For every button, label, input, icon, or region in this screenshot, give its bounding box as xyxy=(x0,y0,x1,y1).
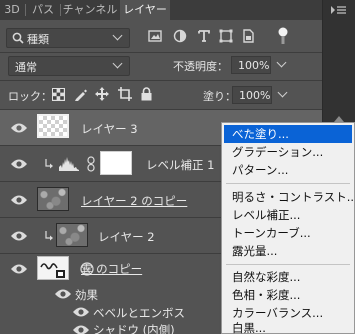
visibility-eye-icon[interactable] xyxy=(10,230,28,242)
layer-name[interactable]: 雲 のコピー xyxy=(81,261,142,277)
menu-item-solid-color[interactable]: べた塗り... xyxy=(224,125,352,143)
tab-divider xyxy=(25,4,26,16)
mask-link-icon[interactable] xyxy=(87,156,95,172)
menu-separator xyxy=(226,183,350,184)
visibility-eye-icon[interactable] xyxy=(10,194,28,206)
lock-label: ロック： xyxy=(8,90,52,103)
layer-filter-dropdown[interactable]: 種類 xyxy=(6,28,130,48)
chevron-down-icon xyxy=(112,58,123,69)
layer-thumbnail xyxy=(56,223,88,247)
image-filter-icon[interactable] xyxy=(148,29,162,43)
menu-item-gradient[interactable]: グラデーション... xyxy=(224,143,352,161)
lock-all-icon[interactable] xyxy=(141,87,152,101)
layer-thumbnail xyxy=(37,256,69,280)
panel-menu-icon[interactable] xyxy=(331,2,347,16)
filter-toggle-icon[interactable] xyxy=(276,27,290,45)
effect-name: ベベルとエンボス xyxy=(93,306,185,320)
lock-image-pixels-icon[interactable] xyxy=(74,88,87,101)
panel-tab-bar: 3D パス チャンネル レイヤー xyxy=(0,0,322,20)
lock-artboard-icon[interactable] xyxy=(118,87,132,101)
effect-name: シャドウ (内側) xyxy=(93,323,175,334)
blend-mode-dropdown[interactable]: 通常 xyxy=(8,56,130,76)
visibility-eye-icon[interactable] xyxy=(10,263,28,275)
blend-mode-value: 通常 xyxy=(15,61,37,74)
tab-divider xyxy=(60,4,61,16)
tab-channels[interactable]: チャンネル xyxy=(62,0,118,20)
clipping-arrow-icon xyxy=(45,231,53,241)
visibility-eye-icon[interactable] xyxy=(54,288,72,300)
layer-name[interactable]: レイヤー 3 xyxy=(81,121,138,137)
effects-label: 効果 xyxy=(75,288,98,302)
clipping-arrow-icon xyxy=(45,159,53,169)
layer-thumbnail xyxy=(37,114,69,138)
lock-position-icon[interactable] xyxy=(95,87,109,101)
text-thumbnail-icon xyxy=(40,263,65,278)
tab-3d[interactable]: 3D xyxy=(0,0,24,20)
divider xyxy=(0,80,322,81)
levels-histogram-icon xyxy=(59,157,79,171)
visibility-eye-icon[interactable] xyxy=(10,122,28,134)
type-filter-icon[interactable] xyxy=(197,29,211,43)
lock-transparent-pixels-icon[interactable] xyxy=(52,88,65,101)
tab-paths[interactable]: パス xyxy=(27,0,59,20)
menu-item-vibrance[interactable]: 自然な彩度... xyxy=(224,268,352,286)
fill-dropdown-chevron-icon[interactable] xyxy=(277,87,288,98)
layer-name[interactable]: レイヤー 2 xyxy=(98,229,155,245)
visibility-eye-icon[interactable] xyxy=(10,158,28,170)
menu-item-hue-saturation[interactable]: 色相・彩度... xyxy=(224,286,352,304)
layer-name[interactable]: レベル補正 1 xyxy=(146,157,214,173)
visibility-eye-icon[interactable] xyxy=(72,324,90,334)
layer-mask-thumbnail[interactable] xyxy=(100,151,132,175)
adjustment-filter-icon[interactable] xyxy=(173,29,187,43)
layer-thumbnail xyxy=(37,187,69,211)
new-adjustment-layer-menu: べた塗り... グラデーション... パターン... 明るさ・コントラスト...… xyxy=(221,122,355,334)
menu-item-black-white[interactable]: 白黒... xyxy=(224,320,352,334)
menu-item-pattern[interactable]: パターン... xyxy=(224,161,352,179)
visibility-eye-icon[interactable] xyxy=(72,306,90,318)
menu-separator xyxy=(226,264,350,265)
search-icon xyxy=(12,32,24,44)
opacity-input[interactable]: 100% xyxy=(231,56,271,74)
opacity-dropdown-chevron-icon[interactable] xyxy=(276,57,287,68)
shape-filter-icon[interactable] xyxy=(219,29,233,43)
divider xyxy=(0,52,322,53)
smart-object-filter-icon[interactable] xyxy=(241,29,255,43)
menu-item-levels[interactable]: レベル補正... xyxy=(224,206,352,224)
filter-kind-label: 種類 xyxy=(27,33,49,46)
menu-item-curves[interactable]: トーンカーブ... xyxy=(224,224,352,242)
tab-layers[interactable]: レイヤー xyxy=(120,0,170,20)
chevron-down-icon xyxy=(112,30,123,41)
menu-item-brightness-contrast[interactable]: 明るさ・コントラスト... xyxy=(224,188,355,206)
menu-item-exposure[interactable]: 露光量... xyxy=(224,242,352,260)
layer-name[interactable]: レイヤー 2 のコピー xyxy=(81,193,187,209)
fill-input[interactable]: 100% xyxy=(232,86,272,104)
opacity-label: 不透明度： xyxy=(173,60,228,73)
